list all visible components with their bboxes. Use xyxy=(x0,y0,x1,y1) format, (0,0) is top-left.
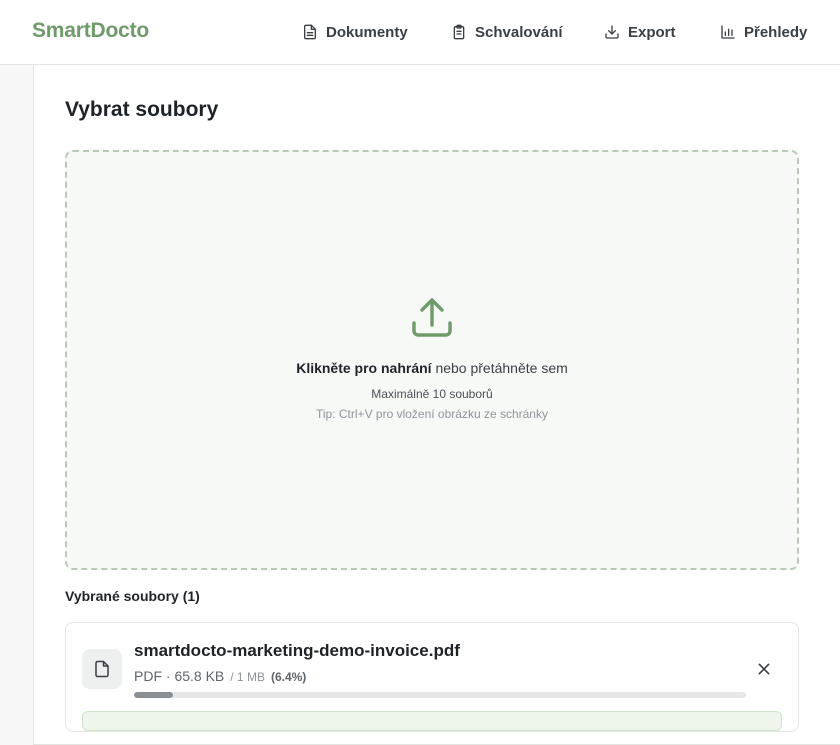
dropzone-tip: Tip: Ctrl+V pro vložení obrázku ze schrá… xyxy=(316,407,548,421)
dropzone-instruction: Klikněte pro nahrání nebo přetáhněte sem xyxy=(0,360,840,376)
nav-item-prehledy[interactable]: Přehledy xyxy=(720,22,807,42)
nav-label: Přehledy xyxy=(744,23,808,41)
nav-item-export[interactable]: Export xyxy=(604,22,676,42)
remove-file-button[interactable] xyxy=(754,659,774,679)
file-type-size: PDF · 65.8 KB xyxy=(134,668,225,684)
file-size-limit: / 1 MB xyxy=(230,670,265,684)
page-title: Vybrat soubory xyxy=(65,98,219,121)
file-type-icon-box xyxy=(82,649,122,689)
file-icon xyxy=(95,660,109,678)
nav-item-schvalovani[interactable]: Schvalování xyxy=(451,22,563,42)
nav-item-dokumenty[interactable]: Dokumenty xyxy=(302,22,408,42)
dropzone-drag-text: nebo přetáhněte sem xyxy=(431,360,568,376)
bar-chart-icon xyxy=(721,25,735,39)
file-size-progress-track xyxy=(134,692,746,698)
brand-logo[interactable]: SmartDocto xyxy=(32,19,149,43)
file-name: smartdocto-marketing-demo-invoice.pdf xyxy=(134,641,460,660)
upload-status-banner xyxy=(82,711,782,731)
dropzone-max-files: Maximálně 10 souborů xyxy=(371,387,493,401)
file-size-percent: (6.4%) xyxy=(270,670,307,684)
close-icon xyxy=(758,663,770,675)
nav-label: Dokumenty xyxy=(326,23,408,41)
nav-label: Export xyxy=(628,23,676,41)
dropzone-click-text[interactable]: Klikněte pro nahrání xyxy=(296,360,431,376)
nav-label: Schvalování xyxy=(475,23,563,41)
download-icon xyxy=(605,25,619,39)
top-navigation-bar: SmartDocto Dokumenty Schvalování Export … xyxy=(0,0,840,65)
clipboard-icon xyxy=(453,24,465,40)
document-icon xyxy=(304,24,316,40)
selected-files-title: Vybrané soubory (1) xyxy=(65,588,200,604)
file-meta: PDF · 65.8 KB / 1 MB (6.4%) xyxy=(134,668,306,684)
upload-icon xyxy=(412,298,452,337)
file-size-progress-fill xyxy=(134,692,174,698)
